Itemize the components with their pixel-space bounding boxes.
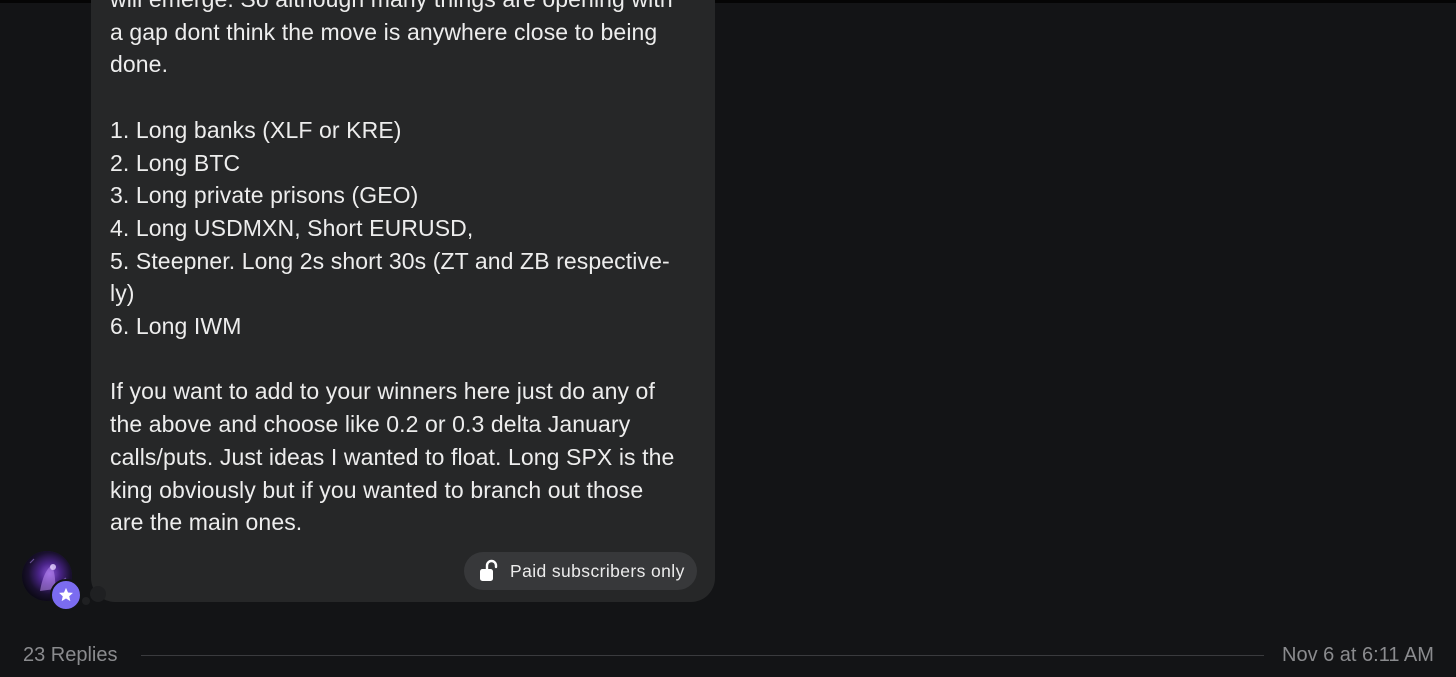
message-line: calls/puts. Just ideas I wanted to float…	[110, 443, 675, 470]
message-line: 1. Long banks (XLF or KRE)	[110, 116, 402, 143]
message-line: king obviously but if you wanted to bran…	[110, 476, 644, 503]
message-line: 3. Long private prisons (GEO)	[110, 182, 419, 209]
message-line	[110, 81, 700, 114]
replies-link[interactable]: 23 Replies	[23, 644, 118, 667]
star-icon	[50, 579, 82, 611]
message-line	[110, 343, 700, 376]
footer-divider	[141, 655, 1264, 656]
message-line: ly)	[110, 280, 135, 307]
message-line: If you want to add to your winners here …	[110, 378, 655, 405]
bubble-tail	[90, 586, 106, 602]
message-line: 6. Long IWM	[110, 313, 242, 340]
thread-footer: 23 Replies Nov 6 at 6:11 AM	[0, 638, 1456, 674]
paid-subscribers-badge[interactable]: Paid subscribers only	[464, 552, 697, 590]
unlock-icon	[478, 559, 500, 583]
timestamp: Nov 6 at 6:11 AM	[1282, 644, 1434, 666]
message-line: 4. Long USDMXN, Short EURUSD,	[110, 214, 474, 241]
message-line: done.	[110, 51, 169, 78]
message-line: 2. Long BTC	[110, 149, 241, 176]
paid-badge-label: Paid subscribers only	[510, 560, 685, 581]
message-body: will emerge. So although many things are…	[110, 0, 700, 539]
message-line: the above and choose like 0.2 or 0.3 del…	[110, 411, 631, 438]
message-line: will emerge. So although many things are…	[110, 0, 700, 16]
message-line: are the main ones.	[110, 509, 303, 536]
message-line: 5. Steepner. Long 2s short 30s (ZT and Z…	[110, 247, 670, 274]
bubble-tail-dot	[82, 597, 90, 605]
message-line: a gap dont think the move is anywhere cl…	[110, 18, 658, 45]
